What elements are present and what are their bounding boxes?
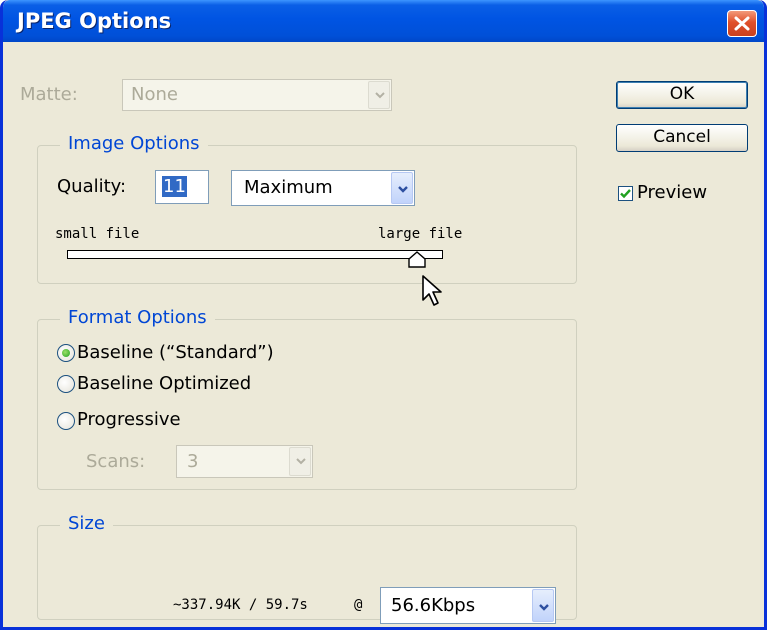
quality-label: Quality: xyxy=(57,176,127,197)
chevron-down-icon xyxy=(375,92,385,99)
cancel-button[interactable]: Cancel xyxy=(616,124,748,152)
scans-label: Scans: xyxy=(86,451,146,472)
chevron-down-icon xyxy=(296,458,306,465)
quality-slider-track[interactable] xyxy=(67,250,443,259)
radio-progressive-label: Progressive xyxy=(77,409,181,430)
matte-value: None xyxy=(131,84,178,105)
window-title: JPEG Options xyxy=(17,9,172,33)
image-options-group: Image Options xyxy=(37,133,577,284)
preview-label: Preview xyxy=(637,182,708,203)
scans-dropdown-arrow xyxy=(289,447,311,476)
ok-button[interactable]: OK xyxy=(616,81,748,109)
mouse-cursor-icon xyxy=(422,275,442,306)
scans-select[interactable]: 3 xyxy=(176,445,313,478)
connection-speed-select[interactable]: 56.6Kbps xyxy=(380,587,556,624)
format-options-title: Format Options xyxy=(60,307,215,328)
matte-dropdown-arrow xyxy=(368,81,390,109)
quality-value: 11 xyxy=(162,176,187,197)
radio-baseline-optimized-label: Baseline Optimized xyxy=(77,373,252,394)
slider-max-label: large file xyxy=(378,226,463,242)
size-title: Size xyxy=(60,513,113,534)
title-bar[interactable]: JPEG Options xyxy=(3,0,764,42)
radio-button[interactable] xyxy=(57,375,75,393)
slider-min-label: small file xyxy=(55,226,140,242)
close-button[interactable] xyxy=(727,10,757,37)
checkmark-icon xyxy=(620,189,631,199)
radio-button[interactable] xyxy=(57,412,75,430)
jpeg-options-dialog: JPEG Options Matte: None Image Options Q… xyxy=(0,0,767,630)
quality-dropdown-arrow xyxy=(391,172,413,204)
quality-preset-value: Maximum xyxy=(244,177,333,198)
speed-dropdown-arrow xyxy=(532,589,554,622)
scans-value: 3 xyxy=(187,451,199,472)
quality-slider-thumb[interactable] xyxy=(407,251,426,268)
quality-input[interactable]: 11 xyxy=(155,170,209,204)
matte-select[interactable]: None xyxy=(122,79,392,111)
image-options-title: Image Options xyxy=(60,133,208,154)
size-estimate: ~337.94K / 59.7s xyxy=(173,597,308,613)
chevron-down-icon xyxy=(398,186,408,193)
chevron-down-icon xyxy=(539,604,549,611)
radio-button[interactable] xyxy=(57,344,75,362)
size-at-symbol: @ xyxy=(354,597,363,613)
close-icon xyxy=(734,16,750,31)
quality-preset-select[interactable]: Maximum xyxy=(231,170,415,206)
connection-speed-value: 56.6Kbps xyxy=(391,595,476,616)
matte-label: Matte: xyxy=(20,84,78,105)
radio-baseline-standard-label: Baseline (“Standard”) xyxy=(77,342,274,363)
preview-check-box[interactable] xyxy=(618,186,633,201)
